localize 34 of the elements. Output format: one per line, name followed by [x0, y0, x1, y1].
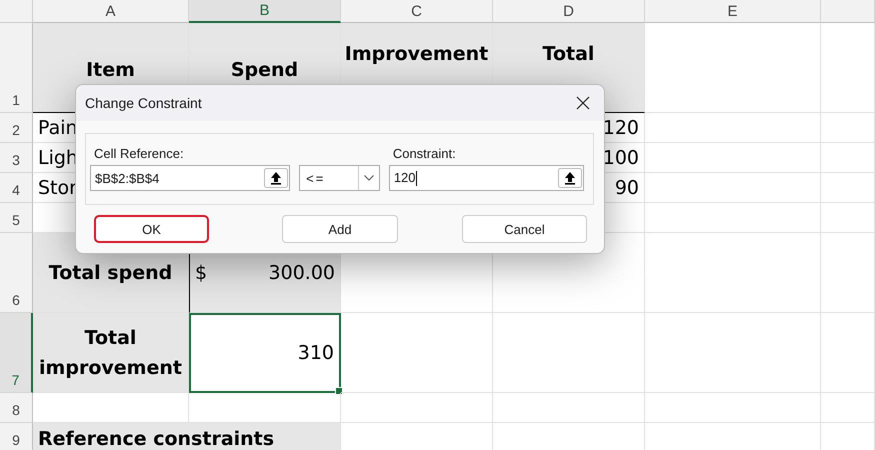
dialog-button[interactable]: Cancel — [462, 215, 587, 243]
table-cell: Reference constraints — [33, 423, 341, 450]
input-field[interactable]: 120 — [388, 165, 584, 191]
empty-cell — [821, 143, 875, 173]
dialog-button[interactable]: Add — [282, 215, 398, 243]
table-cell: Total improvement — [33, 313, 189, 393]
row-header[interactable]: 7 — [0, 313, 33, 393]
collapse-icon[interactable] — [558, 168, 582, 188]
chevron-down-icon — [364, 175, 374, 181]
empty-cell — [821, 113, 875, 143]
column-header[interactable]: D — [493, 0, 645, 23]
collapse-icon[interactable] — [264, 168, 288, 188]
column-header[interactable]: A — [33, 0, 189, 23]
row-header[interactable]: 4 — [0, 173, 33, 203]
row-header[interactable]: 8 — [0, 393, 33, 423]
empty-cell — [821, 393, 875, 423]
input-field[interactable]: $B$2:$B$4 — [90, 165, 290, 191]
column-header[interactable]: E — [645, 0, 821, 23]
dialog-button[interactable]: OK — [94, 215, 209, 243]
row-header[interactable]: 1 — [0, 23, 33, 113]
row-header[interactable]: 3 — [0, 143, 33, 173]
table-cell: 310 — [189, 313, 341, 393]
empty-cell — [821, 203, 875, 233]
field-label: Cell Reference: — [93, 146, 185, 161]
column-header[interactable]: C — [341, 0, 493, 23]
row-header[interactable]: 6 — [0, 233, 33, 313]
operator-dropdown[interactable]: <= — [299, 165, 380, 191]
row-header[interactable]: 2 — [0, 113, 33, 143]
column-header[interactable]: B — [189, 0, 341, 23]
row-header[interactable]: 5 — [0, 203, 33, 233]
field-label: Constraint: — [392, 146, 457, 161]
close-icon[interactable] — [576, 96, 590, 110]
empty-cell — [821, 173, 875, 203]
row-header[interactable]: 9 — [0, 423, 33, 450]
